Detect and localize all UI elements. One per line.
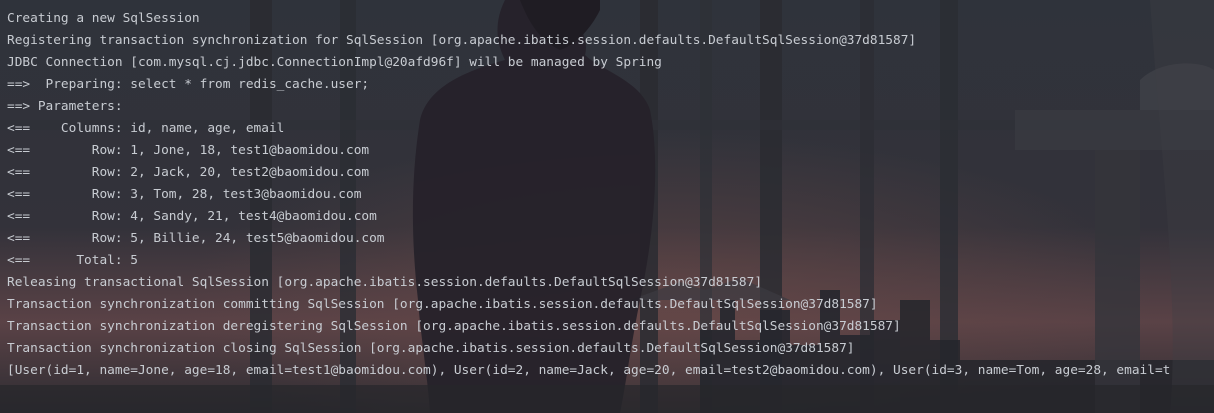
log-line: <== Row: 4, Sandy, 21, test4@baomidou.co… [7, 209, 377, 224]
log-line: <== Total: 5 [7, 253, 138, 268]
log-line: Transaction synchronization closing SqlS… [7, 341, 855, 356]
log-line: ==> Parameters: [7, 99, 131, 114]
log-line: JDBC Connection [com.mysql.cj.jdbc.Conne… [7, 55, 662, 70]
log-line: <== Row: 3, Tom, 28, test3@baomidou.com [7, 187, 362, 202]
log-line: <== Columns: id, name, age, email [7, 121, 285, 136]
console-output[interactable]: Creating a new SqlSession Registering tra… [7, 8, 1214, 382]
log-line: Transaction synchronization committing S… [7, 297, 878, 312]
log-line: <== Row: 5, Billie, 24, test5@baomidou.c… [7, 231, 385, 246]
log-line: <== Row: 1, Jone, 18, test1@baomidou.com [7, 143, 370, 158]
log-line: Creating a new SqlSession [7, 11, 200, 26]
log-line: [User(id=1, name=Jone, age=18, email=tes… [7, 363, 1171, 378]
log-line: ==> Preparing: select * from redis_cache… [7, 77, 370, 92]
log-line: Transaction synchronization deregisterin… [7, 319, 901, 334]
log-line: <== Row: 2, Jack, 20, test2@baomidou.com [7, 165, 370, 180]
log-line: Registering transaction synchronization … [7, 33, 917, 48]
console-panel: Creating a new SqlSession Registering tra… [0, 0, 1214, 413]
log-line: Releasing transactional SqlSession [org.… [7, 275, 763, 290]
